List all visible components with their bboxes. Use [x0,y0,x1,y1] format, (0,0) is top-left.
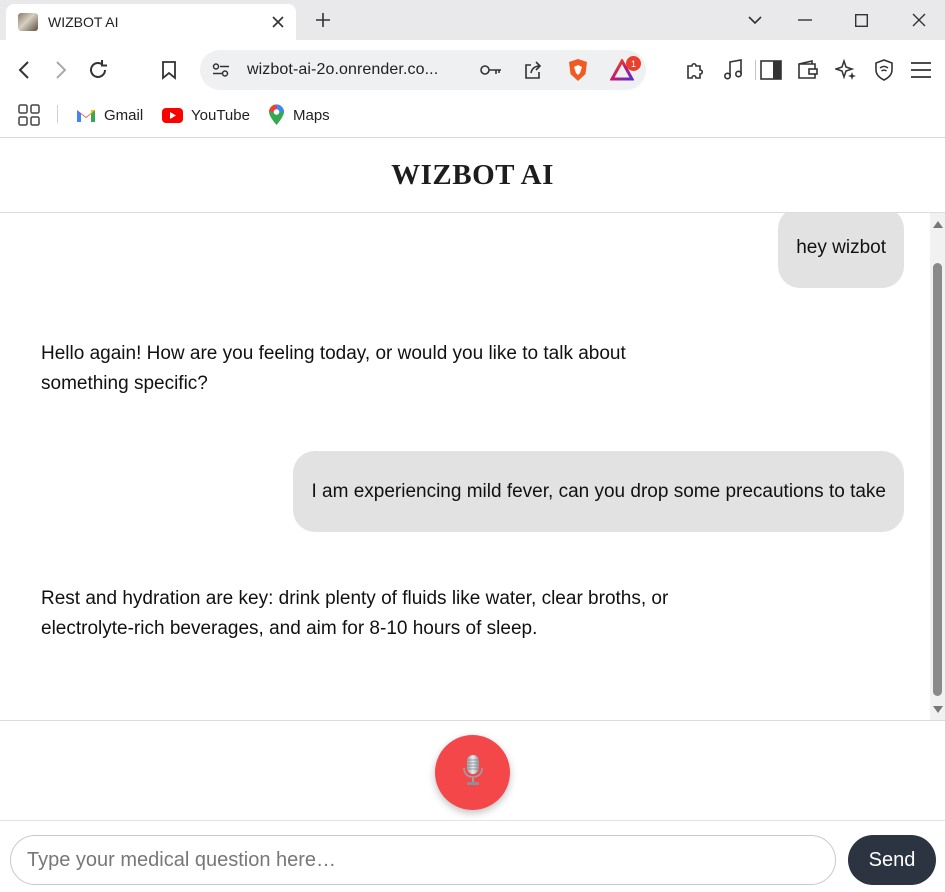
microphone-button[interactable] [435,735,510,810]
leo-ai-icon[interactable] [830,54,862,86]
menu-icon[interactable] [905,54,937,86]
user-message-bubble: hey wizbot [778,213,904,288]
bookmark-maps[interactable]: Maps [268,102,330,128]
url-text: wizbot-ai-2o.onrender.co... [247,61,439,78]
user-message-bubble: I am experiencing mild fever, can you dr… [293,451,904,532]
tab-search-chevron-icon[interactable] [727,0,783,40]
apps-grid-icon[interactable] [18,104,40,126]
bookmark-label: Gmail [104,106,144,124]
new-tab-icon[interactable] [308,6,338,34]
browser-toolbar: wizbot-ai-2o.onrender.co... 1 [0,40,945,100]
bot-message: Rest and hydration are key: drink plenty… [41,588,669,639]
tab-strip: WIZBOT AI [0,0,945,40]
back-arrow-icon[interactable] [8,54,40,86]
bookmark-youtube[interactable]: YouTube [162,102,250,128]
rewards-count-badge: 1 [626,56,641,71]
minimize-icon[interactable] [777,0,833,40]
tab-close-icon[interactable] [264,8,292,36]
composer: Send [0,822,945,892]
scroll-down-arrow-icon[interactable] [932,703,943,715]
wallet-icon[interactable] [792,54,824,86]
maximize-icon[interactable] [833,0,889,40]
bookmark-icon[interactable] [153,54,185,86]
brave-shields-icon[interactable] [565,58,591,82]
voice-input-area [0,720,945,821]
bookmark-label: Maps [293,106,330,124]
bookmarks-separator [57,105,58,123]
send-button[interactable]: Send [848,835,936,885]
forward-arrow-icon[interactable] [45,54,77,86]
app-header: WIZBOT AI [0,139,945,213]
scroll-up-arrow-icon[interactable] [932,218,943,230]
question-input[interactable] [10,835,836,885]
bookmark-gmail[interactable]: Gmail [76,102,143,128]
site-favicon-icon [18,13,38,31]
vpn-shield-icon[interactable] [868,54,900,86]
youtube-icon [162,107,183,123]
tab-title: WIZBOT AI [48,14,119,30]
chat-messages[interactable]: hey wizbot Hello again! How are you feel… [0,213,930,720]
page-title: WIZBOT AI [391,159,554,191]
maps-pin-icon [268,104,285,126]
music-note-icon[interactable] [717,54,749,86]
sidebar-toggle-icon[interactable] [755,54,787,86]
extensions-icon[interactable] [680,54,712,86]
browser-tab[interactable]: WIZBOT AI [6,4,296,40]
address-bar[interactable]: wizbot-ai-2o.onrender.co... [200,50,756,90]
key-icon[interactable] [478,58,504,82]
scrollbar-thumb[interactable] [933,263,942,696]
gmail-icon [76,108,96,123]
reload-icon[interactable] [82,54,114,86]
bot-message: Hello again! How are you feeling today, … [41,343,626,394]
share-icon[interactable] [520,58,546,82]
chat-scrollbar[interactable] [930,213,945,720]
bookmarks-bar: Gmail YouTube Maps [0,100,945,138]
microphone-icon [462,754,484,791]
close-window-icon[interactable] [891,0,945,40]
site-settings-icon[interactable] [208,58,234,82]
bookmark-label: YouTube [191,106,250,124]
